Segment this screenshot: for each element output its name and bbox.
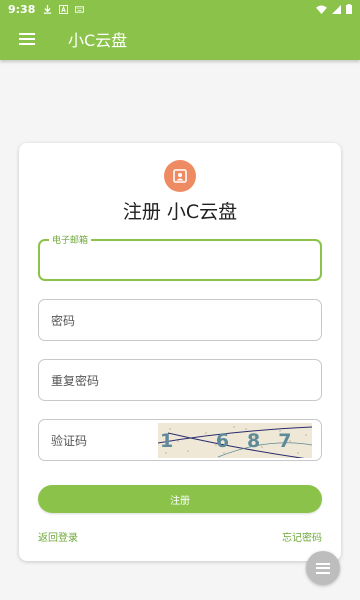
confirm-password-placeholder: 重复密码 — [51, 373, 100, 388]
menu-icon[interactable] — [306, 551, 340, 585]
hamburger-menu-icon[interactable] — [0, 18, 54, 60]
password-field[interactable]: 密码 — [38, 299, 322, 341]
confirm-password-field[interactable]: 重复密码 — [38, 359, 322, 401]
password-placeholder: 密码 — [51, 313, 76, 328]
captcha-placeholder: 验证码 — [51, 433, 88, 448]
email-field[interactable]: 电子邮箱 — [38, 233, 322, 281]
forgot-password-link[interactable]: 忘记密码 — [282, 529, 322, 544]
app-bar: 小C云盘 — [0, 18, 360, 60]
wifi-icon — [316, 4, 327, 14]
status-time: 9:38 — [8, 2, 36, 16]
captcha-field[interactable]: 验证码 1 687 — [38, 419, 322, 461]
back-to-login-link[interactable]: 返回登录 — [38, 529, 78, 544]
app-title: 小C云盘 — [68, 31, 128, 50]
signal-icon — [332, 4, 341, 14]
captcha-text: 1 687 — [160, 430, 310, 452]
captcha-image[interactable]: 1 687 — [158, 423, 312, 458]
register-button[interactable]: 注册 — [38, 485, 322, 513]
email-field-label: 电子邮箱 — [49, 233, 92, 246]
battery-icon — [346, 4, 352, 14]
notification-a-icon — [59, 4, 69, 14]
status-bar: 9:38 — [0, 0, 360, 18]
contact-card-icon — [164, 160, 196, 192]
keyboard-icon — [75, 5, 85, 13]
register-card: 注册 小C云盘 电子邮箱 密码 重复密码 验证码 1 687 注册 返回登录 忘… — [19, 143, 341, 561]
page-title: 注册 小C云盘 — [122, 201, 238, 223]
download-icon — [44, 4, 52, 14]
